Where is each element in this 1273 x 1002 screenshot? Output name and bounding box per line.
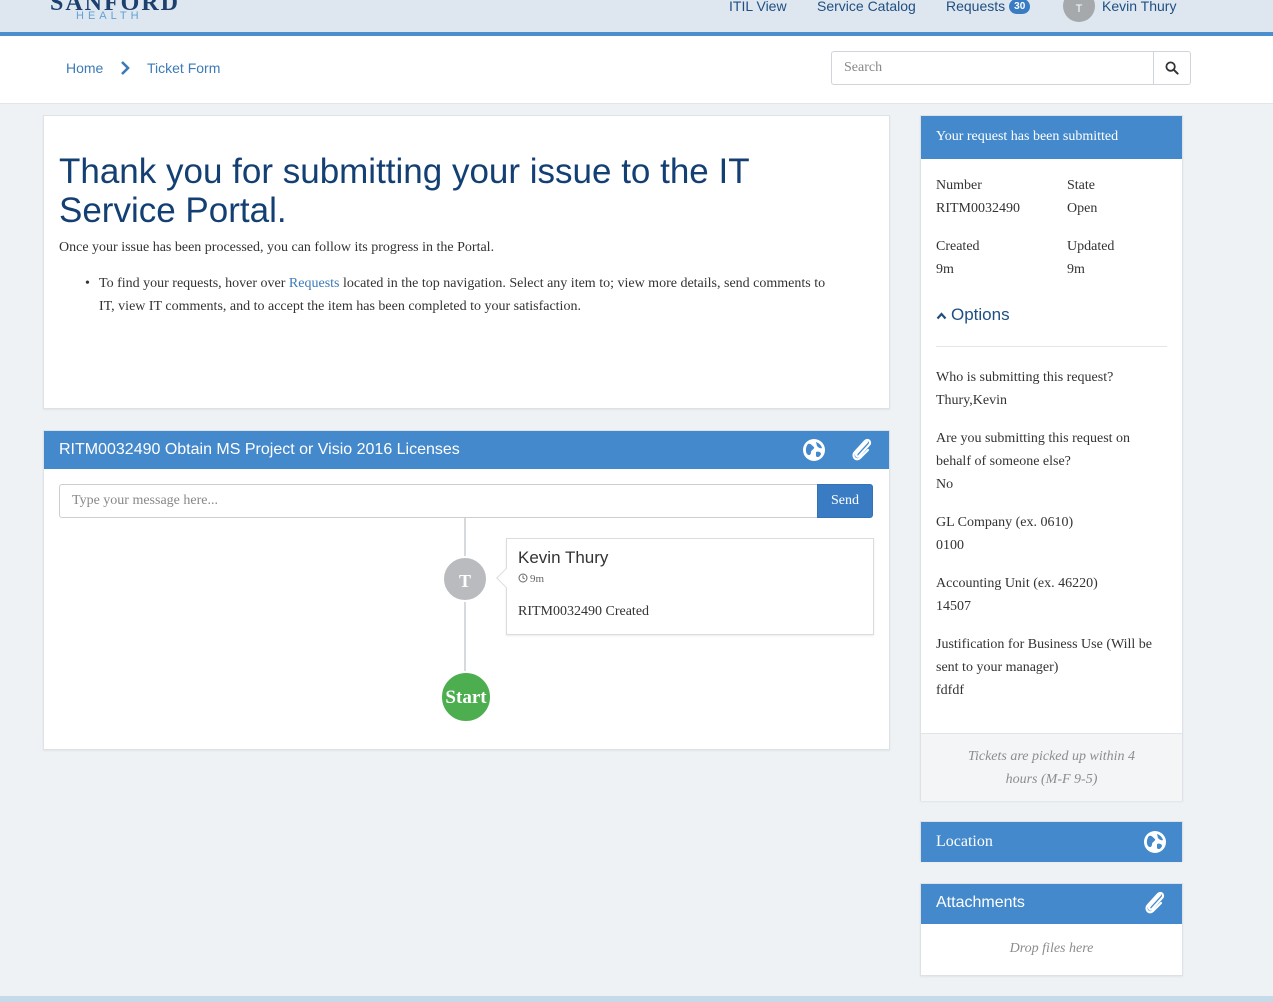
globe-icon[interactable] [802,438,826,462]
timeline-entry-author: Kevin Thury [518,548,609,567]
location-header[interactable]: Location [921,822,1182,862]
created-value: 9m [936,262,954,277]
question-text: Accounting Unit (ex. 46220) [936,576,1098,591]
nav-service-catalog[interactable]: Service Catalog [817,0,916,14]
timeline-entry-pointer [496,568,516,588]
nav-requests-label: Requests [946,0,1006,14]
timeline-entry-time: 9m [518,573,544,585]
send-button[interactable]: Send [817,484,873,518]
timeline-start-marker: Start [440,671,492,723]
state-value: Open [1067,201,1098,216]
chevron-up-icon [936,312,947,320]
answer-text: Thury,Kevin [936,393,1008,408]
bullet-icon: • [85,276,90,291]
requests-link[interactable]: Requests [289,276,340,291]
paperclip-icon[interactable] [1141,889,1169,917]
created-label: Created [936,239,980,254]
search-button[interactable] [1153,51,1191,85]
number-value: RITM0032490 [936,201,1020,216]
ticket-activity-panel: RITM0032490 Obtain MS Project or Visio 2… [43,430,890,750]
location-title: Location [936,833,993,850]
instructions-text-start: To find your requests, hover over [99,276,289,291]
question-item: GL Company (ex. 0610) 0100 [936,511,1166,557]
number-label: Number [936,178,982,193]
timeline-entry: Kevin Thury 9m RITM0032490 Created [496,538,874,635]
options-toggle[interactable]: Options [936,305,1010,325]
summary-header: Your request has been submitted [921,116,1182,159]
question-item: Accounting Unit (ex. 46220) 14507 [936,572,1166,618]
paperclip-icon[interactable] [848,436,876,464]
confirmation-text: Once your issue has been processed, you … [59,240,495,255]
nav-user-name[interactable]: Kevin Thury [1102,0,1176,14]
question-item: Justification for Business Use (Will be … [936,633,1166,702]
ticket-header: RITM0032490 Obtain MS Project or Visio 2… [44,431,889,469]
breadcrumb-home[interactable]: Home [66,60,103,76]
question-text: Are you submitting this request on behal… [936,431,1131,469]
options-label: Options [951,305,1010,324]
clock-icon [518,573,528,583]
answer-text: 0100 [936,538,964,553]
footer-bar [0,996,1273,1002]
search-icon [1165,61,1179,75]
location-panel: Location [920,821,1183,862]
nav-requests[interactable]: Requests 30 [946,0,1031,15]
message-input[interactable] [59,484,819,518]
search-input[interactable] [831,51,1154,85]
attachments-panel: Attachments Drop files here [920,883,1183,976]
chevron-right-icon [121,61,130,75]
confirmation-panel: Thank you for submitting your issue to t… [43,115,890,409]
answer-text: 14507 [936,599,971,614]
timeline-entry-text: RITM0032490 Created [518,604,650,619]
file-drop-zone[interactable]: Drop files here [921,941,1182,957]
breadcrumb-current[interactable]: Ticket Form [147,60,220,76]
request-summary-panel: Your request has been submitted Number R… [920,115,1183,801]
question-text: Who is submitting this request? [936,370,1114,385]
question-item: Who is submitting this request? Thury,Kev… [936,366,1166,412]
options-divider [936,346,1167,347]
question-item: Are you submitting this request on behal… [936,427,1166,496]
top-navigation: SANFORD HEALTH ITIL View Service Catalog… [0,0,1273,32]
globe-icon [1144,831,1166,853]
state-label: State [1067,178,1095,193]
attachments-title: Attachments [936,894,1025,911]
answer-text: fdfdf [936,683,964,698]
attachments-header: Attachments [921,884,1182,924]
requests-count-badge: 30 [1009,0,1031,14]
summary-footer: Tickets are picked up within 4 hours (M-… [921,733,1182,801]
question-text: Justification for Business Use (Will be … [936,637,1153,675]
timeline-entry-time-value: 9m [530,573,545,585]
nav-itil-view[interactable]: ITIL View [729,0,787,14]
breadcrumb-bar: Home Ticket Form [0,36,1273,104]
page-title: Thank you for submitting your issue to t… [59,152,749,230]
timeline-avatar: T [442,556,488,602]
updated-value: 9m [1067,262,1085,277]
user-avatar[interactable]: T [1063,0,1095,22]
ticket-title: RITM0032490 Obtain MS Project or Visio 2… [59,441,460,458]
question-text: GL Company (ex. 0610) [936,515,1074,530]
response-time-note: Tickets are picked up within 4 hours (M-… [967,749,1136,787]
answer-text: No [936,477,954,492]
instructions-list-item: • To find your requests, hover over Reque… [59,272,839,318]
updated-label: Updated [1067,239,1115,254]
brand-logo-sub: HEALTH [76,10,143,22]
